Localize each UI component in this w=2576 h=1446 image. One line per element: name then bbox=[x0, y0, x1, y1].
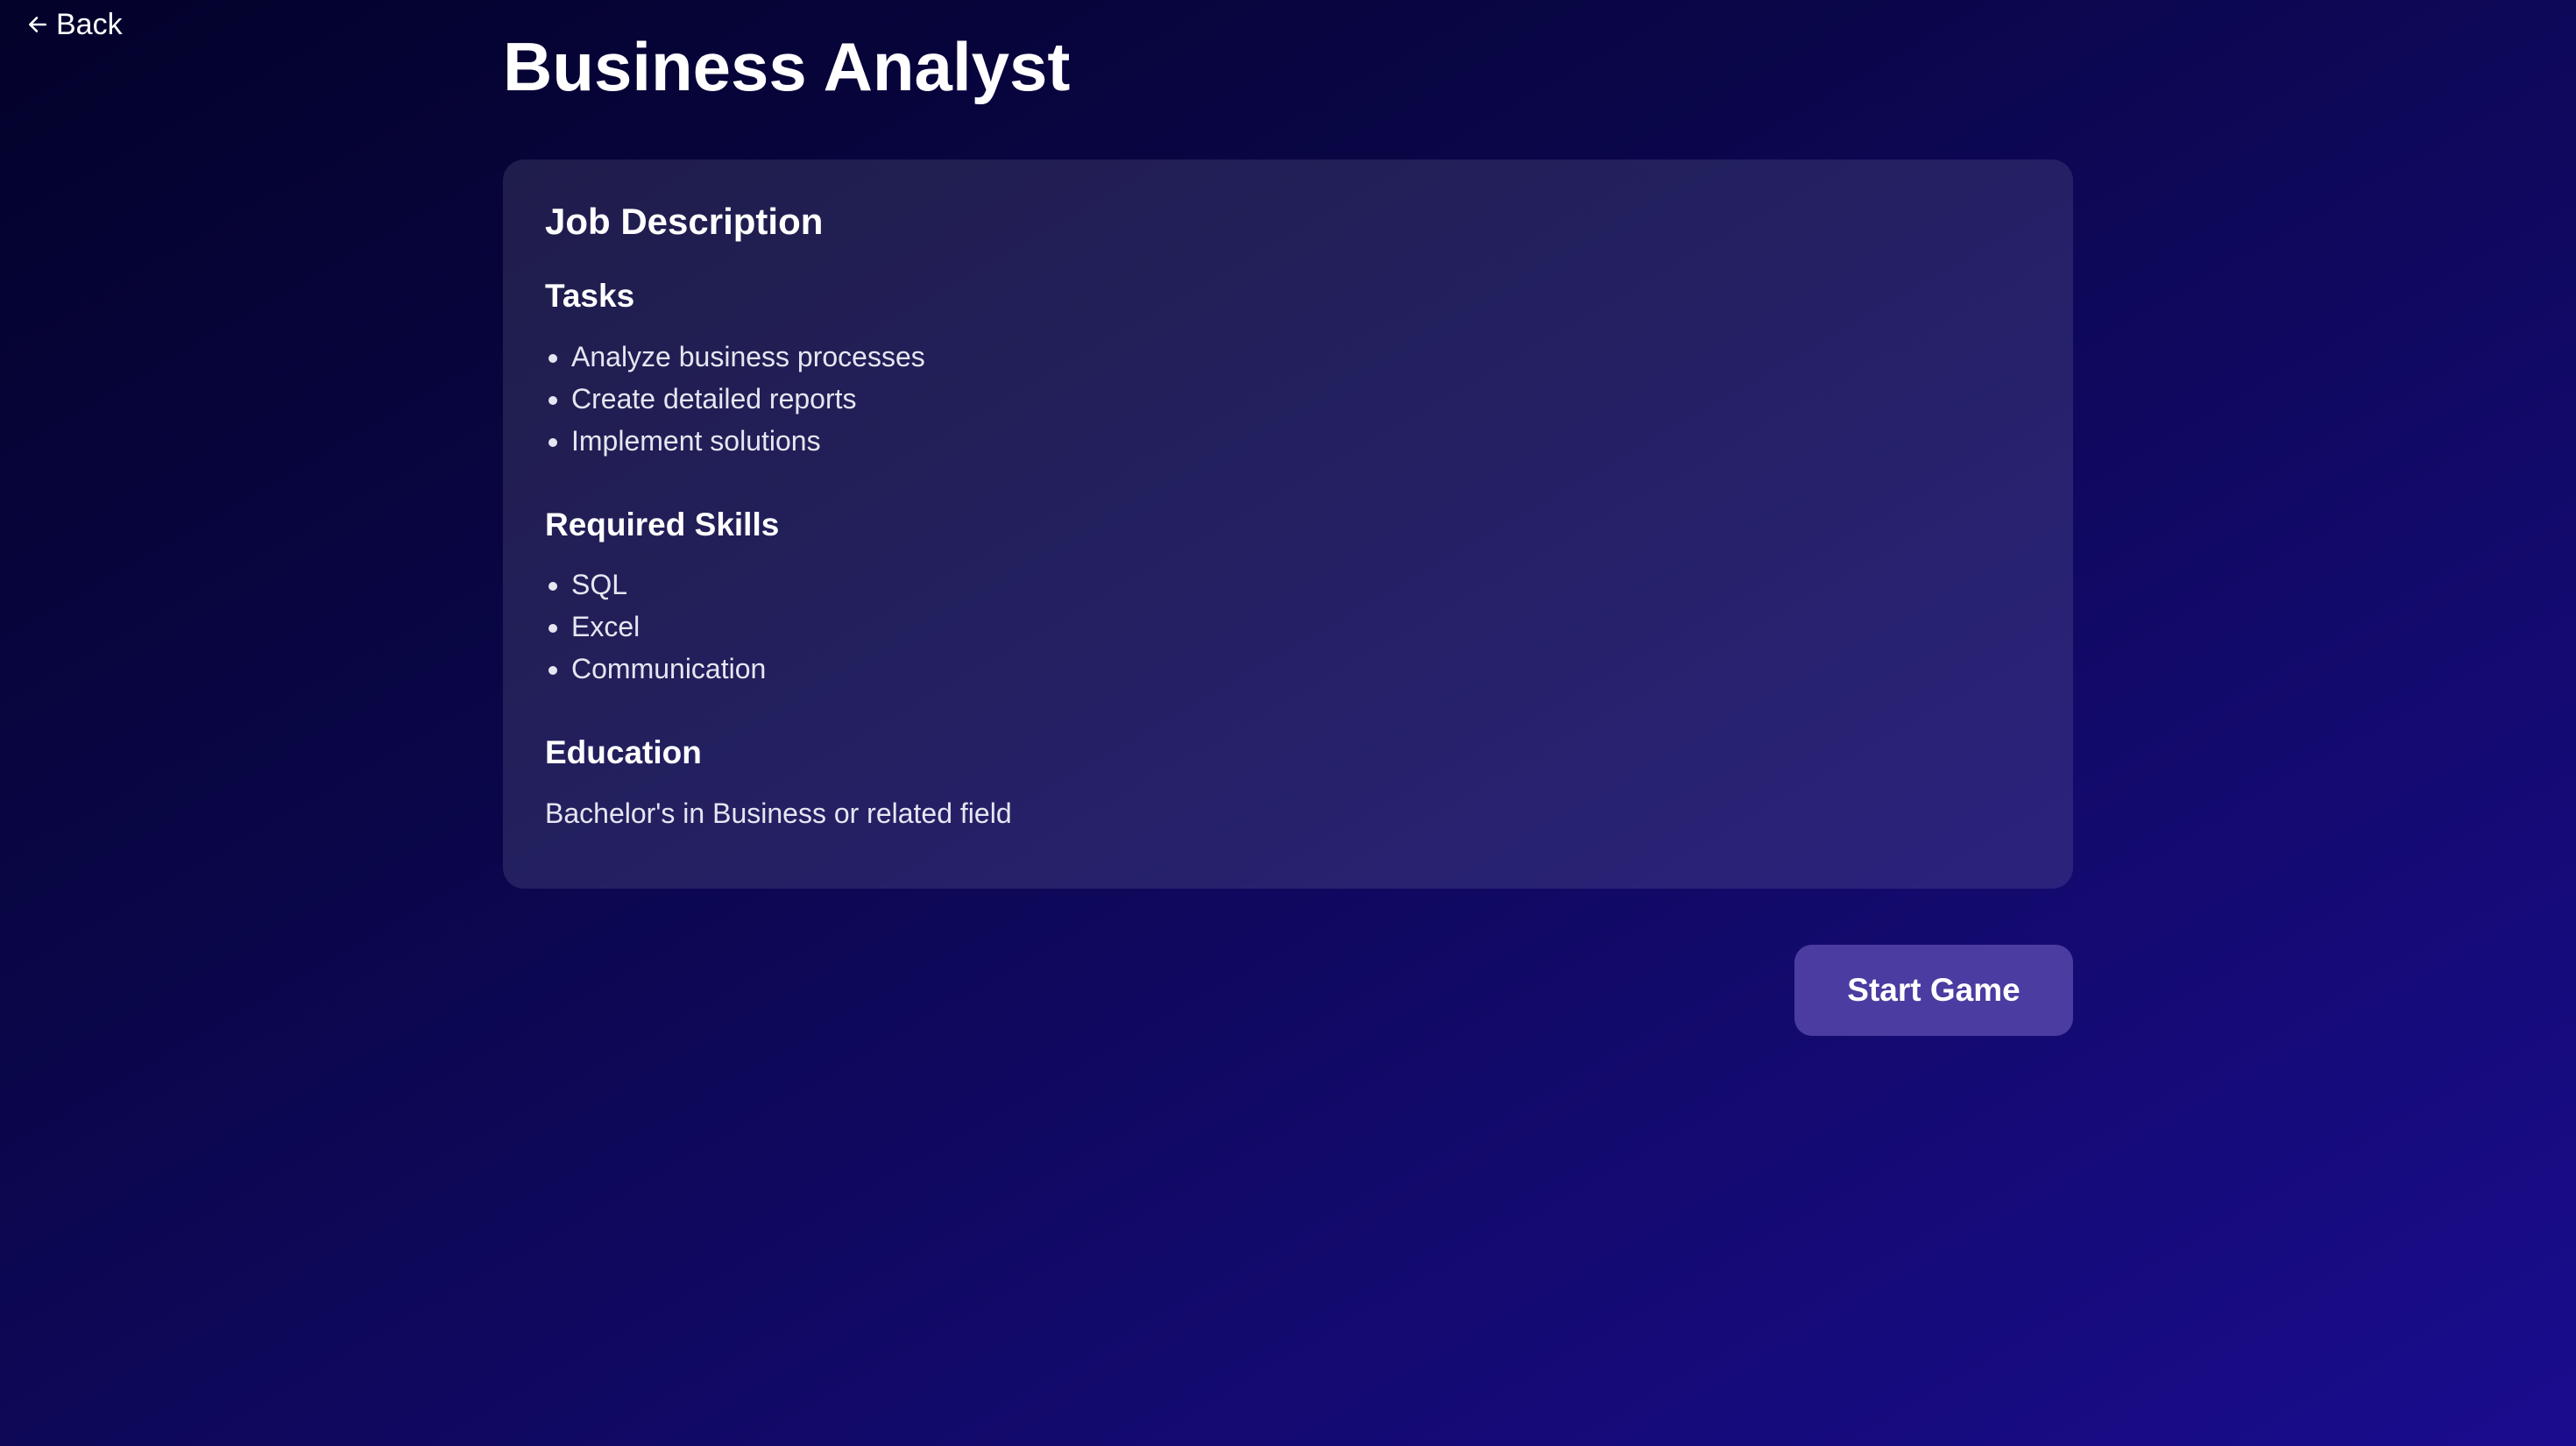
skills-heading: Required Skills bbox=[545, 506, 780, 542]
skill-item: SQL bbox=[571, 564, 2031, 606]
page-title: Business Analyst bbox=[503, 28, 1071, 105]
task-item: Implement solutions bbox=[571, 420, 2031, 462]
education-text: Bachelor's in Business or related field bbox=[545, 797, 1012, 829]
skill-item: Excel bbox=[571, 606, 2031, 648]
task-item: Create detailed reports bbox=[571, 378, 2031, 420]
job-description-card: Job Description Tasks Analyze business p… bbox=[503, 159, 2073, 889]
skill-item: Communication bbox=[571, 648, 2031, 690]
task-item: Analyze business processes bbox=[571, 336, 2031, 378]
tasks-heading: Tasks bbox=[545, 278, 635, 315]
education-heading: Education bbox=[545, 734, 702, 771]
tasks-list: Analyze business processes Create detail… bbox=[545, 336, 2031, 462]
back-link[interactable]: Back bbox=[26, 7, 123, 43]
skills-list: SQL Excel Communication bbox=[545, 564, 2031, 690]
job-description-heading: Job Description bbox=[545, 201, 824, 242]
start-game-button[interactable]: Start Game bbox=[1794, 945, 2073, 1036]
arrow-left-icon bbox=[26, 13, 49, 36]
back-label: Back bbox=[56, 8, 123, 41]
